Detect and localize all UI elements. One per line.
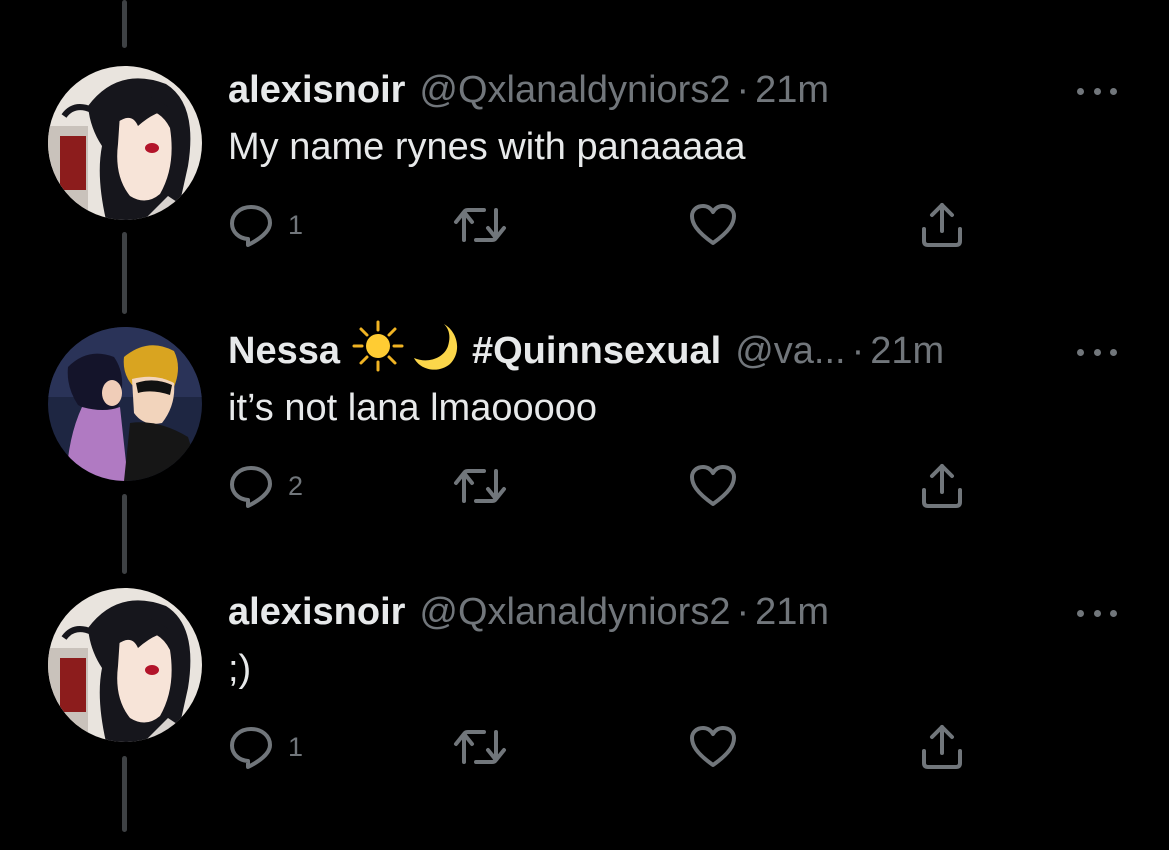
thread-line-top (122, 0, 127, 48)
like-button[interactable] (688, 461, 738, 511)
display-name[interactable]: alexisnoir (228, 590, 405, 634)
reply-icon (230, 727, 272, 769)
share-button[interactable] (918, 722, 966, 772)
timestamp[interactable]: 21m (755, 590, 829, 634)
display-name[interactable]: Nessa #Quinnsexual (228, 320, 721, 382)
retweet-button[interactable] (452, 722, 508, 772)
anime-girl-avatar-icon (48, 66, 202, 220)
action-bar: 2 (228, 461, 988, 511)
display-name-text: Nessa (228, 330, 340, 372)
tweet[interactable]: Nessa #Quinnsexual @va... · 21m it’s not… (0, 320, 1169, 589)
separator-dot: · (736, 69, 750, 111)
like-button[interactable] (688, 722, 738, 772)
timestamp[interactable]: 21m (755, 68, 829, 112)
share-button[interactable] (918, 461, 966, 511)
reply-button[interactable]: 1 (228, 722, 303, 772)
like-icon (690, 726, 736, 767)
tweet-text: My name rynes with panaaaaa (228, 126, 746, 168)
more-icon[interactable] (1077, 76, 1117, 106)
retweet-button[interactable] (452, 200, 508, 250)
more-icon[interactable] (1077, 598, 1117, 628)
tweet-header: alexisnoir @Qxlanaldyniors2 · 21m (228, 590, 829, 634)
display-name[interactable]: alexisnoir (228, 68, 405, 112)
share-icon (922, 203, 962, 247)
share-button[interactable] (918, 200, 966, 250)
reply-count: 1 (288, 731, 304, 762)
user-handle[interactable]: @Qxlanaldyniors2 (419, 68, 730, 112)
reply-icon (230, 466, 272, 508)
tweet-text: it’s not lana lmaooooo (228, 387, 597, 429)
user-handle[interactable]: @Qxlanaldyniors2 (419, 590, 730, 634)
avatar[interactable] (48, 327, 202, 481)
retweet-icon (454, 469, 506, 503)
reply-button[interactable]: 2 (228, 461, 303, 511)
action-bar: 1 (228, 722, 988, 772)
more-icon[interactable] (1077, 337, 1117, 367)
avatar[interactable] (48, 66, 202, 220)
reply-icon (230, 205, 272, 247)
tweet-header: alexisnoir @Qxlanaldyniors2 · 21m (228, 68, 829, 112)
reply-button[interactable]: 1 (228, 200, 303, 250)
reply-count: 1 (288, 209, 304, 240)
like-button[interactable] (688, 200, 738, 250)
user-handle[interactable]: @va... (735, 329, 845, 373)
action-bar: 1 (228, 200, 988, 250)
retweet-icon (454, 730, 506, 764)
retweet-icon (454, 208, 506, 242)
tweet-text: ;) (228, 648, 252, 690)
anime-girl-avatar-icon (48, 588, 202, 742)
timestamp[interactable]: 21m (870, 329, 944, 373)
tweet[interactable]: alexisnoir @Qxlanaldyniors2 · 21m My nam… (0, 66, 1169, 328)
share-icon (922, 725, 962, 769)
couple-kiss-avatar-icon (48, 327, 202, 481)
like-icon (690, 204, 736, 245)
separator-dot: · (736, 591, 750, 633)
retweet-button[interactable] (452, 461, 508, 511)
reply-count: 2 (288, 470, 304, 501)
sun-icon (352, 320, 404, 382)
share-icon (922, 464, 962, 508)
separator-dot: · (851, 330, 865, 372)
tweet[interactable]: alexisnoir @Qxlanaldyniors2 · 21m ;) 1 (0, 588, 1169, 850)
avatar[interactable] (48, 588, 202, 742)
crescent-moon-icon (410, 320, 462, 382)
tweet-header: Nessa #Quinnsexual @va... · 21m (228, 320, 944, 373)
display-name-suffix: #Quinnsexual (471, 330, 722, 372)
like-icon (690, 465, 736, 506)
